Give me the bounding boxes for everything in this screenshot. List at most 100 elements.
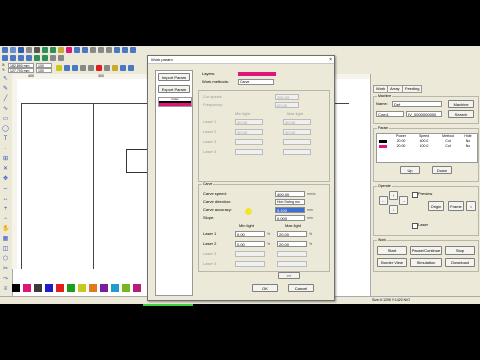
tab-work[interactable]: Work: [373, 85, 389, 93]
tool-icon[interactable]: [90, 47, 96, 53]
ok-button[interactable]: OK: [252, 284, 278, 292]
open-file-icon[interactable]: [10, 47, 16, 53]
more-button[interactable]: >>: [278, 272, 300, 279]
scale-icon[interactable]: [88, 65, 94, 71]
lock-icon[interactable]: [56, 65, 62, 71]
mirror-v-icon[interactable]: [72, 65, 78, 71]
color-swatch[interactable]: [12, 284, 20, 292]
line-tool-icon[interactable]: ╱: [2, 96, 9, 103]
close-icon[interactable]: ×: [329, 56, 332, 64]
tool-icon-5[interactable]: [122, 47, 128, 53]
table-row[interactable]: 20.00 100.0 Cut No: [377, 144, 477, 149]
select-tool-icon[interactable]: ↖: [2, 76, 9, 83]
tool-icon-2[interactable]: [98, 47, 104, 53]
color-swatch[interactable]: [122, 284, 130, 292]
tab-array[interactable]: Array: [387, 85, 403, 93]
laser-min-input[interactable]: 20.00: [235, 119, 263, 125]
move-right-button[interactable]: →: [399, 196, 408, 205]
align-center-icon[interactable]: [34, 55, 40, 61]
laser-min-input[interactable]: [235, 139, 263, 145]
carve-speed-input[interactable]: 400.00: [275, 191, 305, 197]
zoom-out-tool-icon[interactable]: −: [2, 216, 9, 223]
measure-tool-icon[interactable]: ↔: [2, 196, 9, 203]
ungroup-icon[interactable]: [58, 55, 64, 61]
align-top-icon[interactable]: [18, 55, 24, 61]
color-swatch[interactable]: [67, 284, 75, 292]
color-swatch[interactable]: [100, 284, 108, 292]
color-swatch[interactable]: [89, 284, 97, 292]
carve-laser-max-input[interactable]: [277, 261, 307, 267]
origin-button[interactable]: Origin: [428, 201, 444, 211]
import-icon[interactable]: [26, 47, 32, 53]
ellipse-tool-icon[interactable]: ◯: [2, 126, 9, 133]
export-param-button[interactable]: Export Param: [158, 85, 190, 93]
tool-icon-9[interactable]: [128, 65, 134, 71]
redo-icon[interactable]: [50, 47, 56, 53]
path-tool-icon[interactable]: ⤳: [2, 276, 9, 283]
delete-tool-icon[interactable]: ✕: [2, 166, 9, 173]
slope-input[interactable]: 0.000: [275, 215, 305, 221]
color-swatch[interactable]: [56, 284, 64, 292]
save-icon[interactable]: [18, 47, 24, 53]
group-icon[interactable]: [50, 55, 56, 61]
distribute-icon[interactable]: [42, 55, 48, 61]
order-tool-icon[interactable]: ≡: [2, 286, 9, 293]
tool-icon-7[interactable]: [112, 65, 118, 71]
align-bottom-icon[interactable]: [26, 55, 32, 61]
laser-min-input[interactable]: 20.00: [235, 129, 263, 135]
start-button[interactable]: Start: [377, 246, 407, 255]
array-tool-icon[interactable]: ▦: [2, 236, 9, 243]
hand-tool-icon[interactable]: ✋: [2, 226, 9, 233]
color-swatch[interactable]: [133, 284, 141, 292]
laser-max-input[interactable]: [283, 139, 311, 145]
move-up-button[interactable]: ↑: [389, 191, 398, 200]
cut-speed-input[interactable]: 200.00: [275, 94, 299, 100]
pan-icon[interactable]: [82, 47, 88, 53]
color-swatch[interactable]: [45, 284, 53, 292]
search-button[interactable]: Search: [448, 110, 474, 118]
carve-laser-min-input[interactable]: 0.00: [235, 241, 265, 247]
frame-button[interactable]: Frame: [448, 201, 464, 211]
tab-feeding[interactable]: Feeding: [402, 85, 423, 93]
tool-icon-4[interactable]: [114, 47, 120, 53]
carve-laser-min-input[interactable]: [235, 261, 265, 267]
y-coordinate-field[interactable]: 127.793 mm: [8, 68, 34, 73]
circle-button[interactable]: ○: [466, 201, 476, 211]
new-file-icon[interactable]: [2, 47, 8, 53]
mirror-h-icon[interactable]: [64, 65, 70, 71]
carve-laser-min-input[interactable]: 0.00: [235, 231, 265, 237]
simulation-button[interactable]: Simulation: [410, 258, 442, 267]
move-tool-icon[interactable]: ✥: [2, 176, 9, 183]
port-select[interactable]: Com1: [376, 111, 404, 117]
point-tool-icon[interactable]: ·: [2, 146, 9, 153]
grid-tool-icon[interactable]: ⊞: [2, 156, 9, 163]
frequency-input[interactable]: 20.00: [275, 102, 299, 108]
zoom-field-2[interactable]: 100: [36, 68, 52, 73]
machine-name-select[interactable]: Def: [392, 101, 442, 107]
ip-select[interactable]: IV_0000000000: [406, 111, 442, 117]
select-icon[interactable]: [58, 47, 64, 53]
cancel-button[interactable]: Cancel: [288, 284, 314, 292]
mirror-tool-icon[interactable]: ⇔: [2, 186, 9, 193]
trim-tool-icon[interactable]: ✂: [2, 266, 9, 273]
align-left-icon[interactable]: [2, 55, 8, 61]
pause-continue-button[interactable]: Pause/Continue: [410, 246, 442, 255]
laser-min-input[interactable]: [235, 149, 263, 155]
rect-tool-icon[interactable]: ▭: [2, 116, 9, 123]
text-tool-icon[interactable]: T: [2, 136, 9, 143]
import-param-button[interactable]: Import Param: [158, 73, 190, 81]
undo-icon[interactable]: [42, 47, 48, 53]
border-view-button[interactable]: Border View: [377, 258, 407, 267]
color-swatch[interactable]: [111, 284, 119, 292]
offset-tool-icon[interactable]: ◫: [2, 246, 9, 253]
down-button[interactable]: Down: [432, 166, 452, 174]
carve-accuracy-input[interactable]: 0.100: [275, 207, 305, 213]
laser-max-input[interactable]: 20.00: [283, 119, 311, 125]
zoom-in-tool-icon[interactable]: +: [2, 206, 9, 213]
node-tool-icon[interactable]: ✎: [2, 86, 9, 93]
work-method-select[interactable]: Carve: [238, 79, 274, 85]
move-down-button[interactable]: ↓: [389, 205, 398, 214]
rotate-icon[interactable]: [80, 65, 86, 71]
laser-max-input[interactable]: 20.00: [283, 129, 311, 135]
export-icon[interactable]: [34, 47, 40, 53]
